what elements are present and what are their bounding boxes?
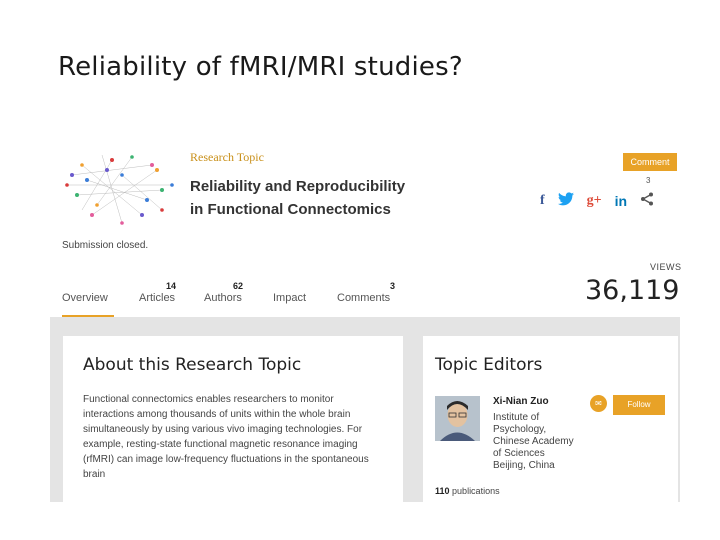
tab-label: Overview bbox=[62, 292, 108, 304]
tab-count: 14 bbox=[166, 281, 177, 291]
frontiers-screenshot: Research Topic Reliability and Reproduci… bbox=[50, 135, 682, 502]
about-card: About this Research Topic Functional con… bbox=[63, 336, 403, 502]
avatar[interactable] bbox=[435, 396, 480, 441]
topic-title[interactable]: Reliability and Reproducibility in Funct… bbox=[190, 175, 490, 221]
share-icon[interactable] bbox=[640, 192, 654, 210]
views-label: VIEWS bbox=[650, 262, 682, 272]
network-graph-image bbox=[65, 154, 174, 225]
tab-count: 62 bbox=[233, 281, 244, 291]
affiliation-line: Chinese Academy bbox=[493, 436, 574, 447]
topic-editors-title: Topic Editors bbox=[435, 355, 543, 375]
facebook-icon[interactable]: f bbox=[540, 192, 545, 210]
follow-button[interactable]: Follow bbox=[613, 395, 665, 415]
affiliation-line: Psychology, bbox=[493, 424, 547, 435]
submission-status: Submission closed. bbox=[62, 240, 149, 251]
affiliation-line: of Sciences bbox=[493, 448, 545, 459]
tab-label: Impact bbox=[273, 292, 307, 304]
about-text: Functional connectomics enables research… bbox=[83, 394, 369, 480]
tab-count: 3 bbox=[390, 281, 396, 291]
affiliation-line: Beijing, China bbox=[493, 460, 555, 471]
research-topic-label: Research Topic bbox=[190, 150, 264, 164]
tab-overview[interactable]: Overview bbox=[62, 278, 114, 318]
twitter-icon[interactable] bbox=[557, 192, 574, 210]
google-plus-icon[interactable]: g+ bbox=[587, 192, 602, 210]
topic-title-line-2: in Functional Connectomics bbox=[190, 201, 391, 218]
share-bar: f g+ in bbox=[540, 192, 654, 210]
comment-count: 3 bbox=[646, 176, 651, 185]
tab-label: Articles bbox=[139, 292, 176, 304]
topic-title-line-1: Reliability and Reproducibility bbox=[190, 178, 406, 195]
topic-editors-card: Topic Editors Xi-Nian Zuo Institute of P… bbox=[423, 336, 678, 502]
publications-count: 110 publications bbox=[435, 486, 500, 496]
about-title: About this Research Topic bbox=[83, 355, 302, 375]
publications-number: 110 bbox=[435, 486, 450, 496]
tab-label: Authors bbox=[204, 292, 242, 304]
message-icon[interactable]: ✉ bbox=[590, 395, 607, 412]
publications-label: publications bbox=[452, 486, 500, 496]
topic-tabs: Overview 14 Articles 62 Authors Impact 3… bbox=[62, 278, 422, 318]
tab-comments[interactable]: 3 Comments bbox=[337, 278, 399, 318]
editor-affiliation: Institute of Psychology, Chinese Academy… bbox=[493, 412, 593, 472]
views-count: 36,119 bbox=[585, 275, 680, 306]
slide-title: Reliability of fMRI/MRI studies? bbox=[58, 52, 463, 82]
comment-button[interactable]: Comment bbox=[623, 153, 677, 171]
tab-authors[interactable]: 62 Authors bbox=[204, 278, 250, 318]
editor-name[interactable]: Xi-Nian Zuo bbox=[493, 396, 549, 407]
affiliation-line: Institute of bbox=[493, 412, 540, 423]
tab-label: Comments bbox=[337, 292, 391, 304]
tab-impact[interactable]: Impact bbox=[273, 278, 315, 318]
linkedin-icon[interactable]: in bbox=[615, 192, 627, 210]
tab-articles[interactable]: 14 Articles bbox=[139, 278, 185, 318]
